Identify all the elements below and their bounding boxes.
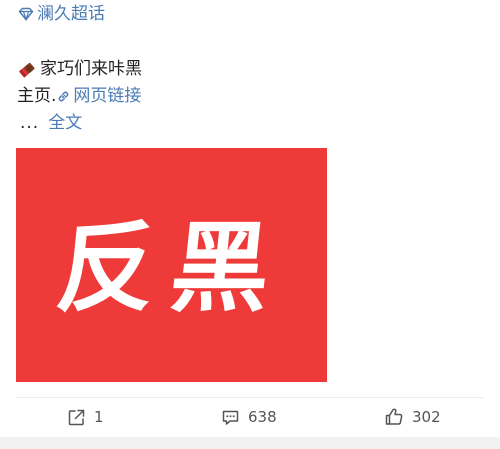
web-link[interactable]: 网页链接 (56, 83, 141, 110)
diamond-icon (18, 6, 34, 22)
post-line-1-text: 家巧们来咔黑 (40, 59, 142, 79)
comment-count: 638 (248, 408, 277, 426)
comment-icon (222, 410, 239, 425)
thumbs-up-icon (385, 408, 403, 425)
chocolate-bar-emoji (17, 60, 37, 80)
repost-icon (68, 409, 85, 425)
weibo-post-card: 澜久超话 家巧们来咔黑 主页. 网页链接 ... 全文 反黑 1 638 302 (0, 0, 500, 449)
post-line-2-prefix: 主页. (17, 86, 57, 106)
post-line-2: 主页. 网页链接 (17, 83, 142, 110)
like-button[interactable]: 302 (384, 398, 441, 436)
topic-label: 澜久超话 (37, 4, 105, 24)
action-bar: 1 638 302 (0, 398, 500, 436)
post-text: 家巧们来咔黑 主页. 网页链接 ... 全文 (17, 56, 142, 137)
ellipsis: ... (20, 113, 40, 133)
full-text-link[interactable]: 全文 (48, 110, 82, 137)
post-image[interactable]: 反黑 (16, 148, 327, 382)
feed-separator (0, 437, 500, 449)
post-line-3: ... 全文 (17, 110, 142, 137)
post-image-text: 反黑 (51, 211, 292, 326)
repost-button[interactable]: 1 (67, 398, 104, 436)
link-icon (56, 89, 71, 104)
web-link-label: 网页链接 (73, 86, 142, 106)
comment-button[interactable]: 638 (221, 398, 277, 436)
topic-link[interactable]: 澜久超话 (18, 3, 105, 25)
repost-count: 1 (94, 408, 104, 426)
post-line-1: 家巧们来咔黑 (17, 56, 142, 83)
like-count: 302 (412, 408, 441, 426)
